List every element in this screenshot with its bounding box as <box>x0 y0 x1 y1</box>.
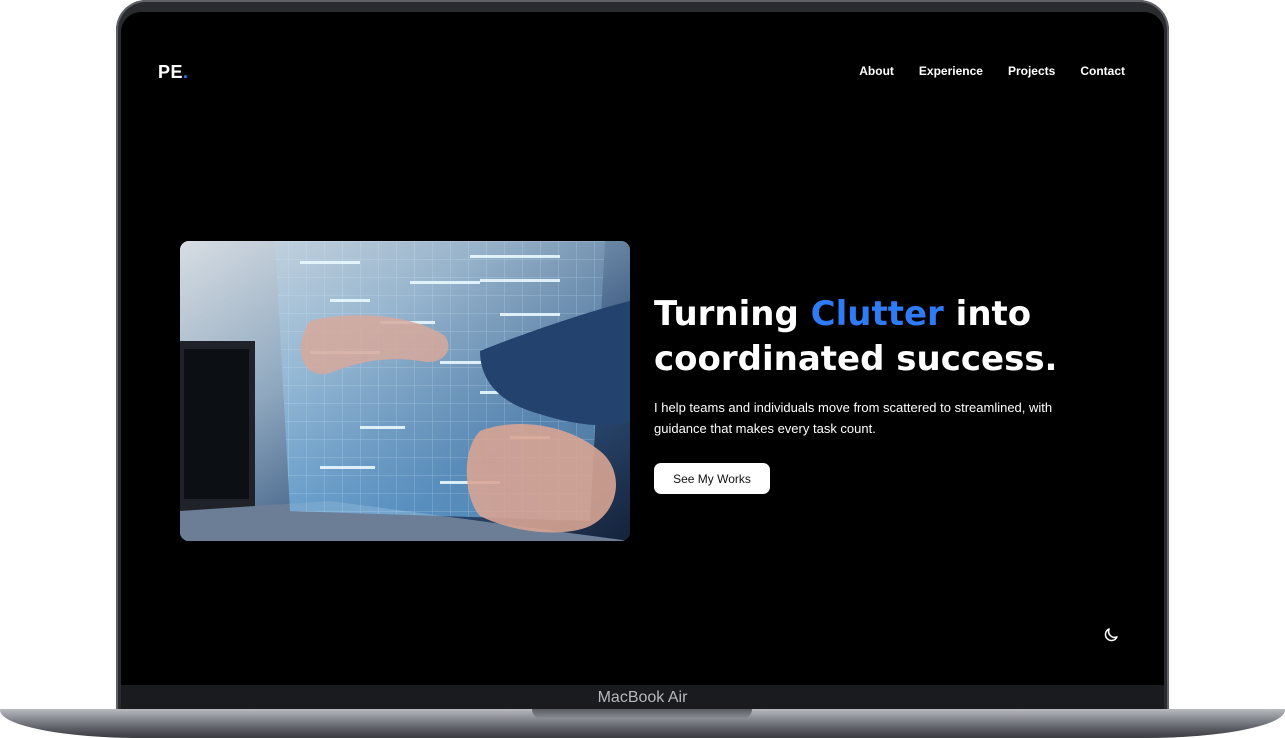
nav-link-contact[interactable]: Contact <box>1080 64 1125 78</box>
main-nav: About Experience Projects Contact <box>859 64 1125 78</box>
moon-icon <box>1104 628 1118 642</box>
nav-link-projects[interactable]: Projects <box>1008 64 1055 78</box>
hero-headline: Turning Clutter into coordinated success. <box>654 292 1074 382</box>
nav-link-experience[interactable]: Experience <box>919 64 983 78</box>
logo-text: PE <box>158 62 184 82</box>
headline-line2: coordinated success. <box>654 339 1058 379</box>
headline-accent: Clutter <box>810 294 944 334</box>
device-model-label: MacBook Air <box>597 689 688 706</box>
headline-pre: Turning <box>654 294 811 334</box>
screen: PE. About Experience Projects Contact Tu… <box>121 12 1164 685</box>
site-logo[interactable]: PE. <box>158 62 189 83</box>
hero-subtext: I help teams and individuals move from s… <box>654 400 1053 436</box>
hero-image <box>180 241 630 541</box>
nav-link-about[interactable]: About <box>859 64 894 78</box>
theme-toggle-button[interactable] <box>1102 626 1120 644</box>
logo-dot: . <box>183 62 189 82</box>
hero-illustration <box>180 241 630 541</box>
see-my-works-button[interactable]: See My Works <box>654 463 770 494</box>
headline-mid: into <box>943 294 1032 334</box>
hinge-notch <box>532 709 752 719</box>
